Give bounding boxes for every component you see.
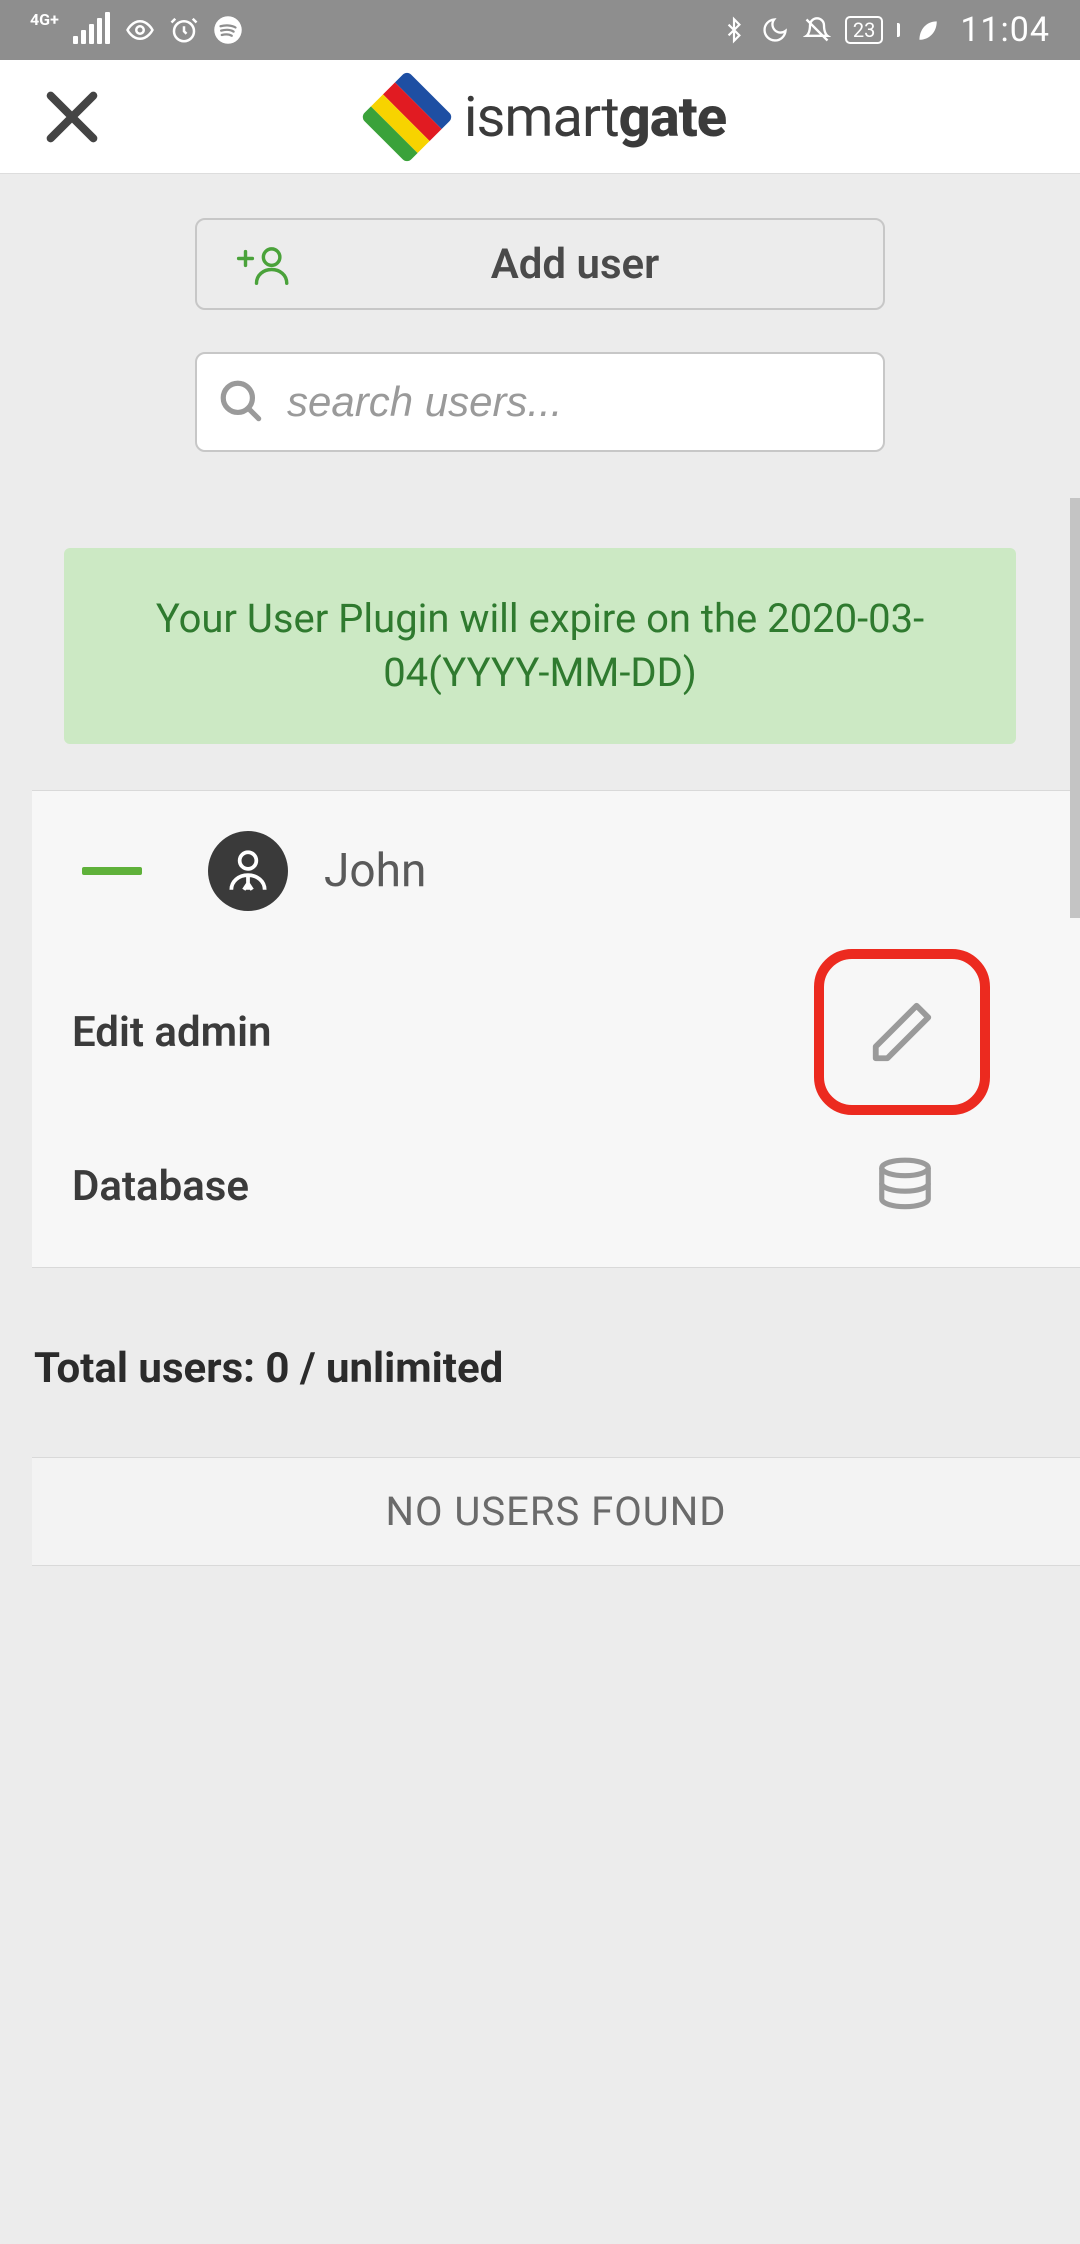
moon-icon [761, 16, 789, 44]
no-users-banner: NO USERS FOUND [32, 1457, 1080, 1566]
search-icon [197, 377, 287, 427]
page-body: Add user Your User Plugin will expire on… [0, 174, 1080, 2244]
battery-indicator: 23 [845, 16, 883, 44]
logo-mark-icon [360, 70, 453, 163]
logo-text: ismartgate [464, 84, 726, 150]
close-button[interactable] [24, 69, 120, 165]
bluetooth-icon [721, 15, 747, 45]
brand-logo: ismartgate [120, 84, 980, 150]
network-type: 4G+ [30, 13, 59, 27]
battery-percent: 23 [853, 18, 875, 42]
signal-strength-icon [73, 16, 111, 44]
edit-admin-label: Edit admin [72, 1008, 271, 1057]
collapse-indicator-icon[interactable] [82, 867, 142, 875]
mute-bell-icon [803, 16, 831, 44]
add-user-label: Add user [327, 240, 823, 289]
scrollbar[interactable] [1070, 498, 1080, 918]
database-icon [874, 1155, 936, 1217]
search-input[interactable] [287, 378, 883, 426]
leaf-icon [914, 17, 940, 43]
database-label: Database [72, 1162, 249, 1211]
admin-avatar-icon [208, 831, 288, 911]
app-header: ismartgate [0, 60, 1080, 174]
search-box[interactable] [195, 352, 885, 452]
admin-card: John Edit admin Database [32, 790, 1080, 1268]
expiry-notice: Your User Plugin will expire on the 2020… [64, 548, 1016, 744]
spotify-icon [213, 15, 243, 45]
clock-time: 11:04 [960, 10, 1050, 50]
status-bar: 4G+ 23 11:04 [0, 0, 1080, 60]
close-icon [40, 85, 104, 149]
alarm-icon [169, 15, 199, 45]
database-button[interactable] [820, 1155, 990, 1217]
admin-name: John [324, 844, 426, 898]
eye-icon [125, 15, 155, 45]
edit-admin-button[interactable] [814, 949, 990, 1115]
pencil-icon [867, 997, 937, 1067]
total-users-text: Total users: 0 / unlimited [0, 1268, 1080, 1393]
add-user-button[interactable]: Add user [195, 218, 885, 310]
add-user-icon [197, 242, 327, 286]
